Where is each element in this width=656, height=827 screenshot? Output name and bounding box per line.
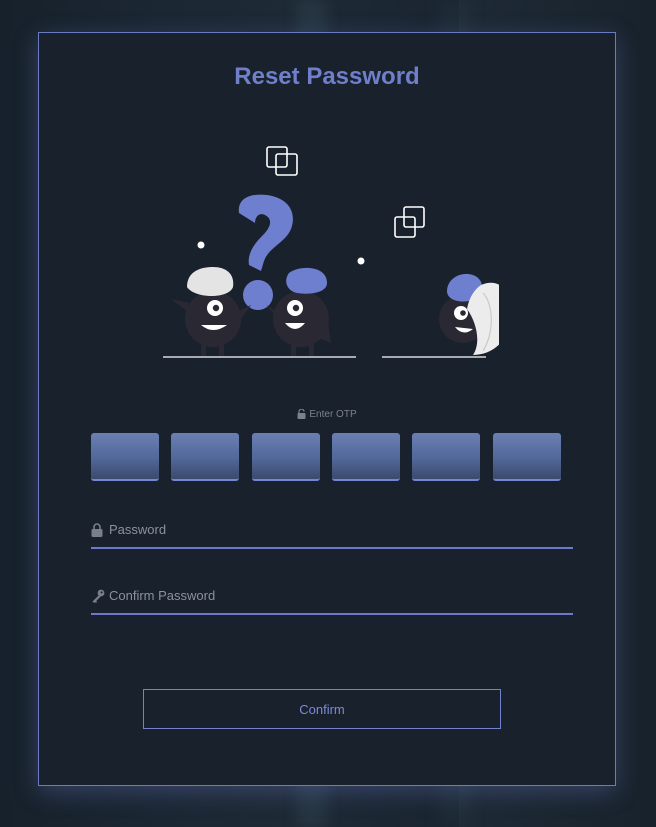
password-field[interactable]: Password xyxy=(91,517,573,549)
confirm-password-field[interactable]: Confirm Password xyxy=(91,583,573,615)
otp-digit-1[interactable] xyxy=(91,433,159,481)
confirm-button[interactable]: Confirm xyxy=(143,689,501,729)
character-left xyxy=(171,267,251,356)
character-middle xyxy=(267,267,331,356)
otp-digit-3[interactable] xyxy=(252,433,320,481)
key-icon xyxy=(91,589,105,608)
otp-label: Enter OTP xyxy=(39,408,615,422)
confused-characters-illustration xyxy=(163,146,499,358)
password-placeholder: Password xyxy=(109,522,167,537)
character-right xyxy=(439,273,499,355)
otp-input-group xyxy=(91,433,561,483)
otp-digit-2[interactable] xyxy=(171,433,239,481)
otp-digit-5[interactable] xyxy=(412,433,480,481)
otp-digit-4[interactable] xyxy=(332,433,400,481)
lock-icon xyxy=(297,408,306,422)
otp-digit-6[interactable] xyxy=(493,433,561,481)
question-mark xyxy=(238,194,293,271)
reset-password-card: Reset Password Enter OTP Password Confir… xyxy=(38,32,616,786)
otp-label-text: Enter OTP xyxy=(309,409,357,420)
lock-icon xyxy=(91,523,103,542)
confirm-password-placeholder: Confirm Password xyxy=(109,588,216,603)
page-title: Reset Password xyxy=(234,63,420,90)
